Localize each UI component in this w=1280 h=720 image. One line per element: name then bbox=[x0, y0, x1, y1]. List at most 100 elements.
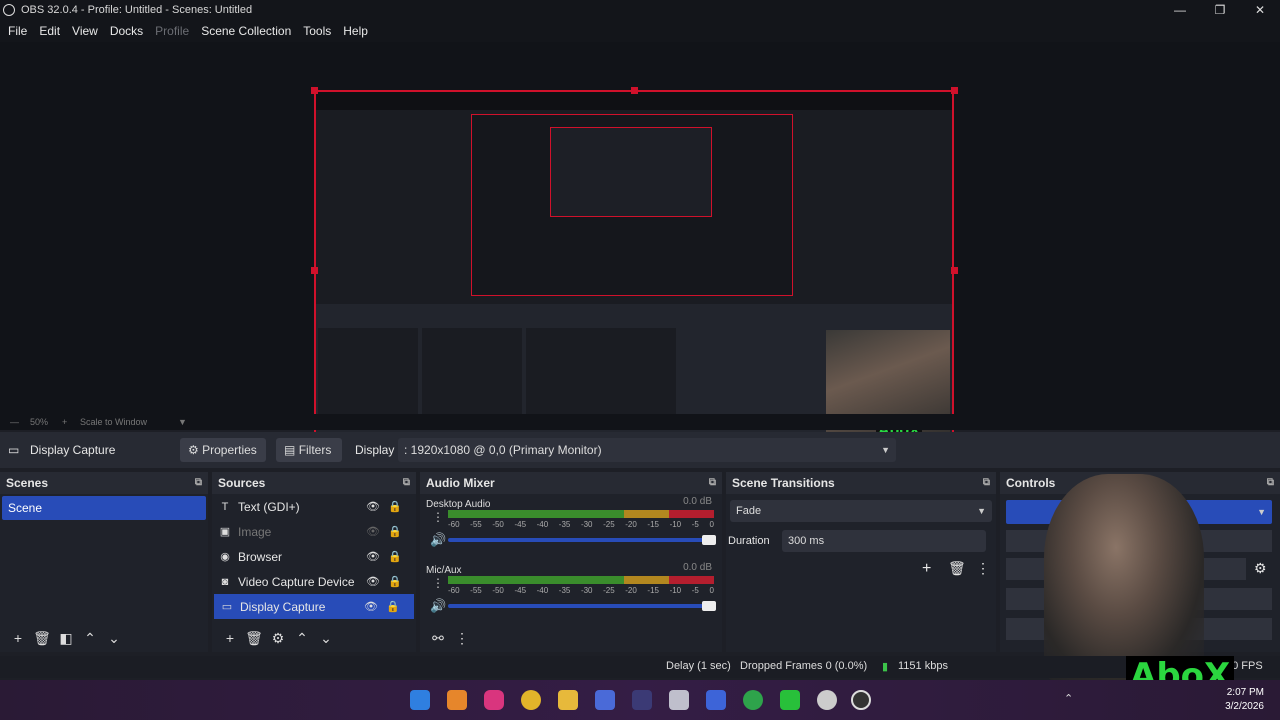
instagram-icon[interactable] bbox=[484, 690, 504, 710]
trash-icon[interactable]: 🗑 bbox=[30, 630, 54, 647]
xbox-icon[interactable] bbox=[743, 690, 763, 710]
chevron-down-icon[interactable]: ▼ bbox=[178, 417, 187, 427]
more-icon[interactable]: ⋮ bbox=[432, 510, 444, 524]
eye-icon[interactable]: 👁 bbox=[366, 550, 380, 563]
source-name: Text (GDI+) bbox=[238, 499, 300, 514]
speaker-icon[interactable]: 🔊 bbox=[430, 532, 446, 548]
undock-icon[interactable]: ⧉ bbox=[983, 472, 990, 494]
sources-header: Sources ⧉ bbox=[212, 472, 416, 494]
arrow-down-icon[interactable]: ⌄ bbox=[102, 630, 126, 647]
app-3-icon[interactable] bbox=[595, 690, 615, 710]
preview-canvas[interactable]: AboX bbox=[314, 90, 954, 450]
volume-knob[interactable] bbox=[702, 601, 716, 611]
audio-mixer-dock: Audio Mixer ⧉ Desktop Audio 0.0 dB ⋮ -60… bbox=[420, 472, 722, 652]
lock-icon[interactable]: 🔒 bbox=[388, 550, 402, 563]
scene-item[interactable]: Scene bbox=[2, 496, 206, 520]
source-item-selected[interactable]: ▭ Display Capture 👁 🔒 bbox=[214, 594, 414, 619]
source-item[interactable]: ◙ Video Capture Device 👁 🔒 bbox=[212, 569, 416, 594]
resize-handle-tl[interactable] bbox=[311, 87, 318, 94]
eye-icon[interactable]: 👁 bbox=[366, 575, 380, 588]
eye-icon[interactable]: 👁 bbox=[364, 600, 378, 613]
gear-icon[interactable]: ⚙ bbox=[266, 630, 290, 647]
vlc-icon[interactable] bbox=[447, 690, 467, 710]
arrow-up-icon[interactable]: ⌃ bbox=[290, 630, 314, 647]
chrome-icon[interactable] bbox=[521, 690, 541, 710]
more-icon[interactable]: ⋮ bbox=[450, 630, 474, 647]
menu-profile[interactable]: Profile bbox=[149, 24, 195, 38]
source-name: Image bbox=[238, 524, 272, 539]
windows-start-icon[interactable] bbox=[410, 690, 430, 710]
more-icon[interactable]: ⋮ bbox=[432, 576, 444, 590]
eye-hidden-icon[interactable]: 👁 bbox=[366, 525, 380, 538]
source-item[interactable]: ◉ Browser 👁 🔒 bbox=[212, 544, 416, 569]
resize-handle-l[interactable] bbox=[311, 267, 318, 274]
menu-docks[interactable]: Docks bbox=[104, 24, 149, 38]
link-icon[interactable]: ⚯ bbox=[426, 630, 450, 647]
resize-handle-t[interactable] bbox=[631, 87, 638, 94]
meter-tick: -40 bbox=[536, 586, 549, 595]
capcut-icon[interactable] bbox=[780, 690, 800, 710]
display-select[interactable]: : 1920x1080 @ 0,0 (Primary Monitor) ▼ bbox=[398, 438, 896, 462]
properties-button[interactable]: ⚙ Properties bbox=[180, 438, 266, 462]
notepad-icon[interactable] bbox=[669, 690, 689, 710]
more-icon[interactable]: ⋮ bbox=[976, 560, 990, 577]
lock-icon[interactable]: 🔒 bbox=[388, 500, 402, 513]
menu-file[interactable]: File bbox=[2, 24, 33, 38]
obs-taskbar-icon[interactable] bbox=[851, 690, 871, 710]
trash-icon[interactable]: 🗑 bbox=[242, 630, 266, 647]
obs-logo-icon bbox=[3, 4, 15, 16]
chevron-up-icon[interactable]: ⌃ bbox=[1064, 692, 1073, 705]
filters-button[interactable]: ▤ Filters bbox=[276, 438, 342, 462]
source-item[interactable]: ▣ Image 👁 🔒 bbox=[212, 519, 416, 544]
system-clock[interactable]: 2:07 PM 3/2/2026 bbox=[1225, 686, 1264, 714]
arrow-down-icon[interactable]: ⌄ bbox=[314, 630, 338, 647]
pdf-reader-icon[interactable] bbox=[632, 690, 652, 710]
resize-handle-tr[interactable] bbox=[951, 87, 958, 94]
resize-handle-r[interactable] bbox=[951, 267, 958, 274]
folder-icon[interactable] bbox=[558, 690, 578, 710]
sources-dock: Sources ⧉ T Text (GDI+) 👁 🔒 ▣ Image 👁 🔒 … bbox=[212, 472, 416, 652]
add-icon[interactable]: + bbox=[922, 560, 931, 578]
undock-icon[interactable]: ⧉ bbox=[1267, 472, 1274, 494]
meter-tick: -15 bbox=[647, 520, 659, 529]
undock-icon[interactable]: ⧉ bbox=[195, 472, 202, 494]
minimize-button[interactable]: — bbox=[1160, 0, 1200, 20]
speaker-icon[interactable]: 🔊 bbox=[430, 598, 446, 614]
lock-icon[interactable]: 🔒 bbox=[386, 600, 400, 613]
volume-slider[interactable] bbox=[448, 535, 716, 545]
menu-help[interactable]: Help bbox=[337, 24, 374, 38]
transition-select[interactable]: Fade ▼ bbox=[730, 500, 992, 522]
filter-icon[interactable]: ◧ bbox=[54, 630, 78, 647]
scale-mode[interactable]: Scale to Window bbox=[80, 417, 147, 427]
source-item[interactable]: T Text (GDI+) 👁 🔒 bbox=[212, 494, 416, 519]
volume-knob[interactable] bbox=[702, 535, 716, 545]
menu-scene-collection[interactable]: Scene Collection bbox=[195, 24, 297, 38]
maximize-button[interactable]: ❐ bbox=[1200, 0, 1240, 20]
scene-transitions-title: Scene Transitions bbox=[732, 476, 835, 490]
lock-icon[interactable]: 🔒 bbox=[388, 525, 402, 538]
lock-icon[interactable]: 🔒 bbox=[388, 575, 402, 588]
menu-tools[interactable]: Tools bbox=[297, 24, 337, 38]
monitor-icon: ▭ bbox=[8, 443, 20, 457]
close-button[interactable]: ✕ bbox=[1240, 0, 1280, 20]
plus-icon[interactable]: + bbox=[62, 417, 67, 427]
remote-desktop-icon[interactable] bbox=[706, 690, 726, 710]
add-icon[interactable]: + bbox=[6, 630, 30, 646]
settings-icon[interactable] bbox=[817, 690, 837, 710]
menu-view[interactable]: View bbox=[66, 24, 104, 38]
scenes-dock: Scenes ⧉ Scene + 🗑 ◧ ⌃ ⌄ bbox=[0, 472, 208, 652]
gear-icon[interactable]: ⚙ bbox=[1254, 560, 1267, 577]
volume-slider[interactable] bbox=[448, 601, 716, 611]
preview-area[interactable]: AboX bbox=[0, 42, 1280, 454]
eye-icon[interactable]: 👁 bbox=[366, 500, 380, 513]
minus-icon[interactable]: — bbox=[10, 417, 19, 427]
source-name: Display Capture bbox=[240, 599, 326, 614]
add-icon[interactable]: + bbox=[218, 630, 242, 646]
arrow-up-icon[interactable]: ⌃ bbox=[78, 630, 102, 647]
menu-edit[interactable]: Edit bbox=[33, 24, 66, 38]
trash-icon[interactable]: 🗑 bbox=[948, 560, 966, 577]
duration-input[interactable]: 300 ms bbox=[782, 530, 986, 552]
undock-icon[interactable]: ⧉ bbox=[403, 472, 410, 494]
chevron-down-icon: ▼ bbox=[1257, 507, 1266, 517]
undock-icon[interactable]: ⧉ bbox=[709, 472, 716, 494]
